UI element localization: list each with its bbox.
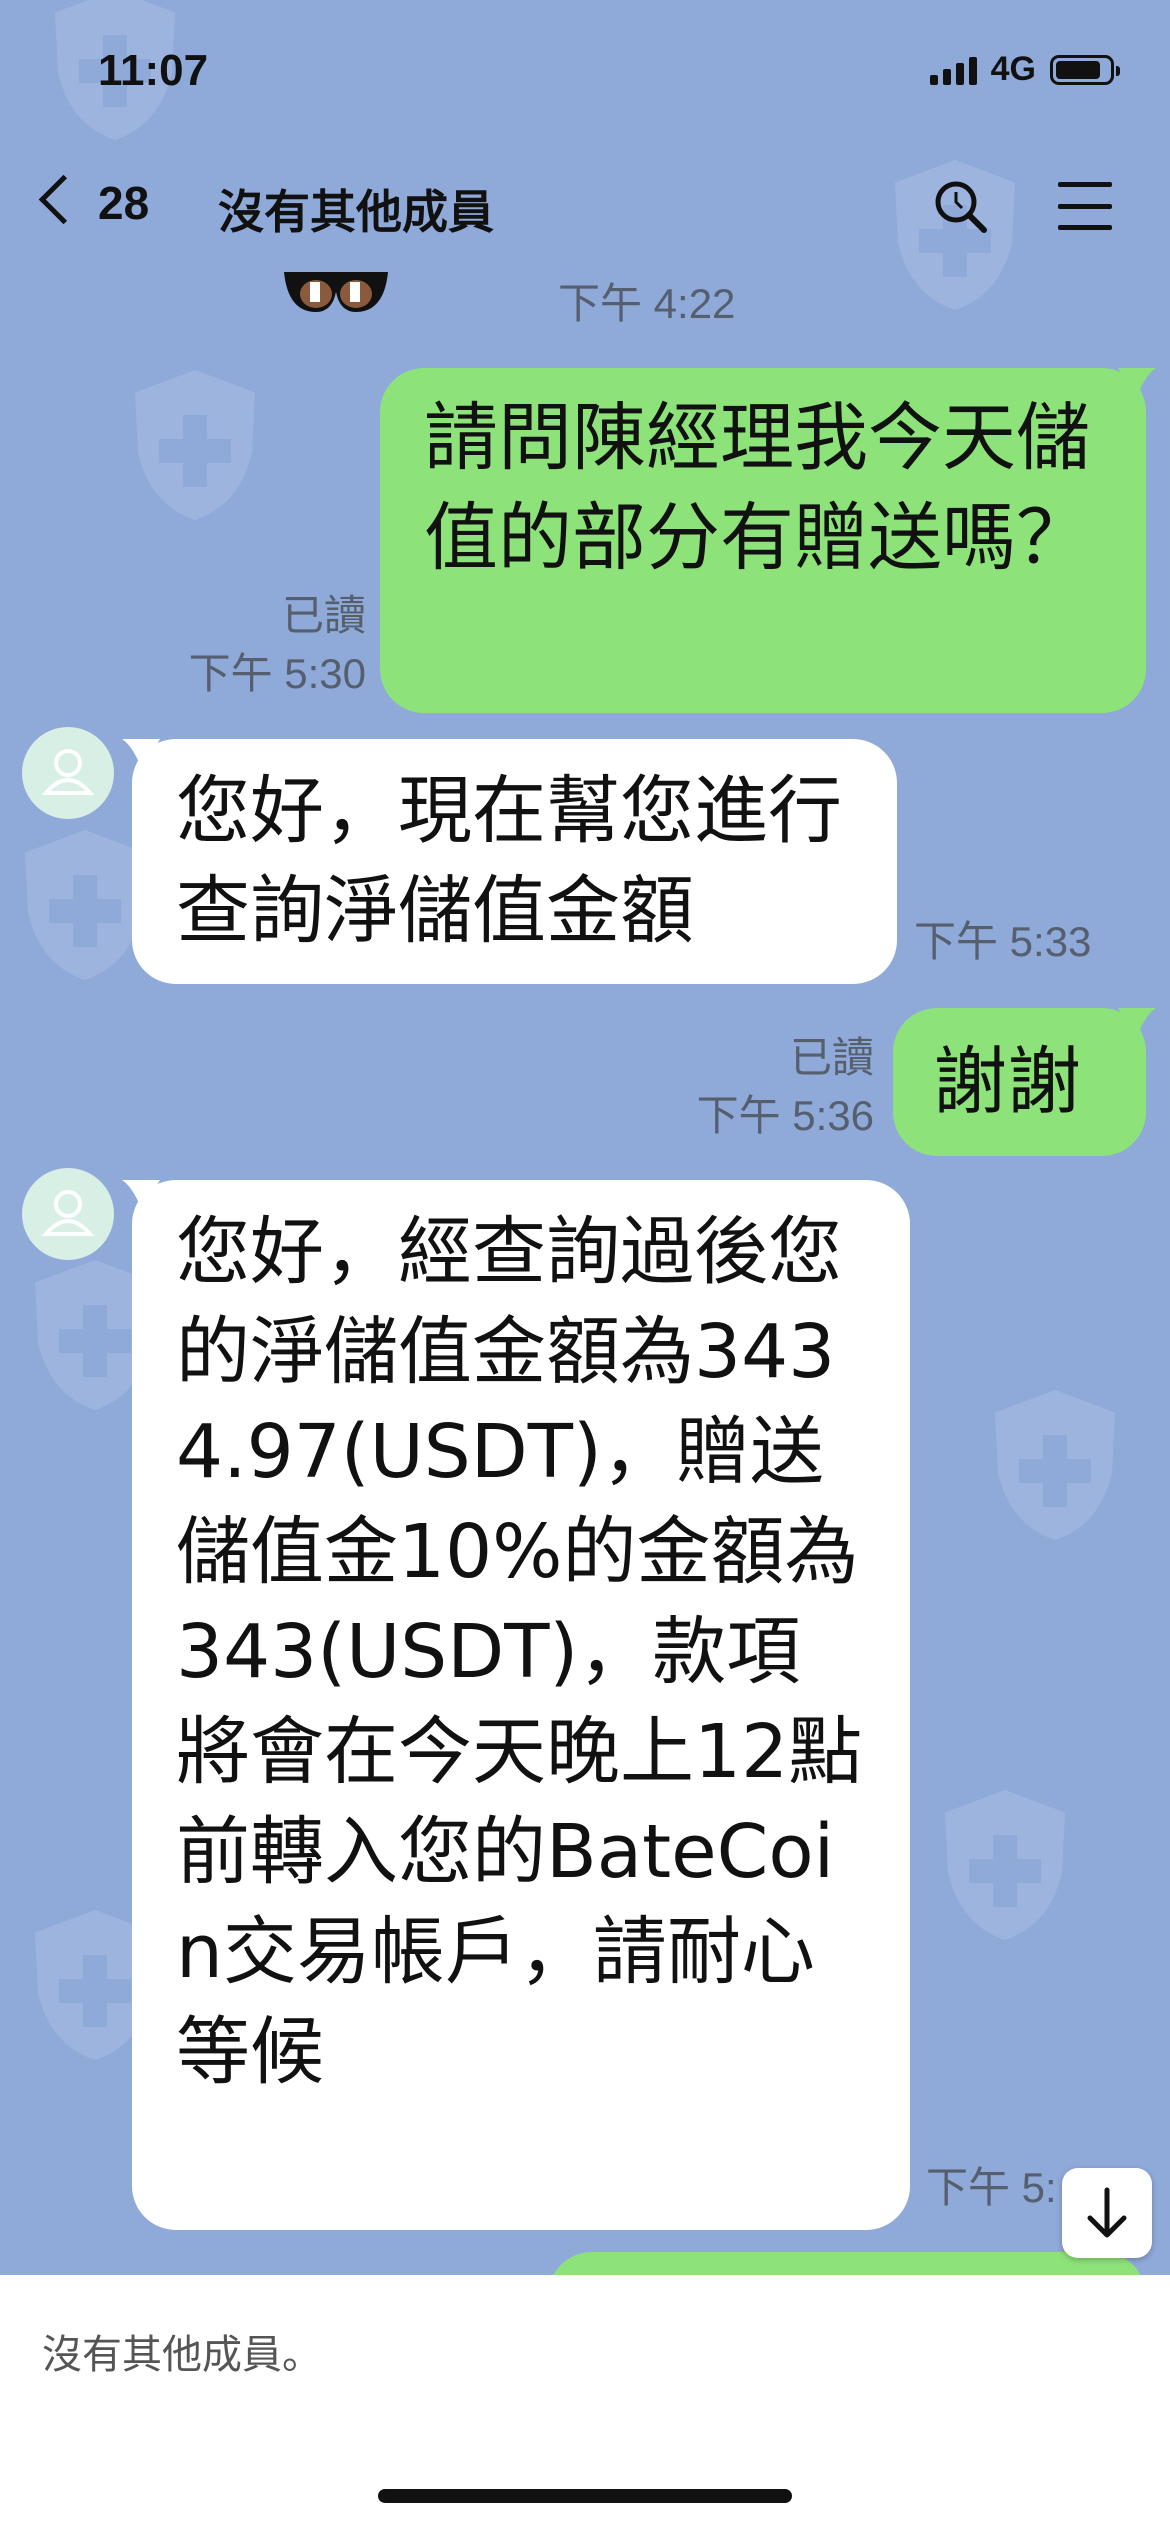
signal-icon <box>929 55 977 85</box>
search-icon[interactable] <box>930 176 990 236</box>
message-bubble-sent[interactable]: 請問陳經理我今天儲值的部分有贈送嗎？ <box>380 368 1146 713</box>
message-time: 下午 5: <box>926 2164 1057 2211</box>
scroll-to-bottom-button[interactable] <box>1062 2168 1152 2258</box>
chat-title: 沒有其他成員 <box>218 185 494 239</box>
watermark-shield-icon <box>930 1780 1080 1950</box>
sticker-image[interactable] <box>280 272 392 316</box>
read-receipt: 已讀 <box>789 1034 874 1081</box>
no-members-notice: 沒有其他成員。 <box>42 2332 322 2378</box>
message-time: 下午 4:22 <box>558 280 736 327</box>
read-receipt: 已讀 <box>281 592 366 639</box>
message-time: 下午 5:36 <box>696 1092 874 1139</box>
avatar[interactable] <box>22 727 114 819</box>
message-bubble-sent[interactable]: 謝謝 <box>893 1008 1146 1156</box>
bubble-tail <box>1118 368 1156 398</box>
unread-count[interactable]: 28 <box>98 176 149 230</box>
battery-icon <box>1050 54 1120 85</box>
message-bubble-received[interactable]: 您好，現在幫您進行查詢淨儲值金額 <box>132 739 897 984</box>
message-bubble-received[interactable]: 您好，經查詢過後您的淨儲值金額為3434.97(USDT)，贈送儲值金10%的金… <box>132 1180 910 2230</box>
status-time: 11:07 <box>98 46 209 95</box>
menu-icon[interactable] <box>1058 182 1112 230</box>
avatar[interactable] <box>22 1168 114 1260</box>
watermark-shield-icon <box>120 360 270 530</box>
message-time: 下午 5:30 <box>188 650 366 697</box>
status-indicators: 4G <box>929 50 1120 89</box>
arrow-down-icon <box>1087 2187 1127 2238</box>
watermark-shield-icon <box>980 1380 1130 1550</box>
network-type: 4G <box>990 50 1036 88</box>
message-time: 下午 5:33 <box>914 918 1092 965</box>
bubble-tail <box>1118 1008 1156 1038</box>
battery-fill <box>1056 60 1101 79</box>
home-indicator[interactable] <box>378 2489 792 2503</box>
